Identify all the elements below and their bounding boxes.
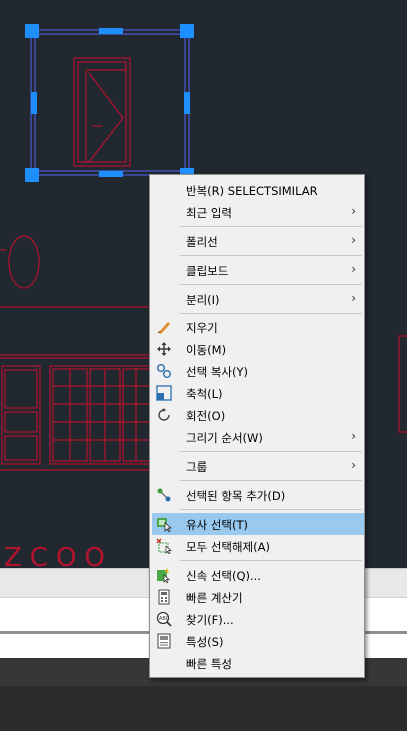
submenu-arrow-icon: ›: [351, 262, 356, 276]
menu-item-label: 특성(S): [186, 635, 224, 649]
submenu-arrow-icon: ›: [351, 429, 356, 443]
menu-item-label: 지우기: [186, 321, 218, 335]
menu-item-label: 분리(I): [186, 293, 220, 307]
menu-separator: [180, 226, 362, 227]
menu-item-label: 신속 선택(Q)...: [186, 569, 261, 583]
drawing-text: ZCOO: [4, 543, 113, 568]
svg-text:ABC: ABC: [159, 616, 170, 622]
status-bar-inner: [0, 686, 407, 731]
submenu-arrow-icon: ›: [351, 458, 356, 472]
menu-separator: [180, 560, 362, 561]
menu-separator: [180, 313, 362, 314]
menu-item-label: 반복(R) SELECTSIMILAR: [186, 184, 318, 198]
menu-item-label: 이동(M): [186, 343, 227, 357]
menu-item-move[interactable]: 이동(M): [152, 338, 364, 360]
menu-item-find[interactable]: ABC 찾기(F)...: [152, 608, 364, 630]
menu-item-recent-input[interactable]: 최근 입력 ›: [152, 201, 364, 223]
menu-separator: [180, 451, 362, 452]
menu-separator: [180, 255, 362, 256]
menu-item-label: 모두 선택해제(A): [186, 540, 270, 554]
menu-item-draw-order[interactable]: 그리기 순서(W) ›: [152, 426, 364, 448]
calculator-icon: [156, 589, 172, 605]
menu-item-clipboard[interactable]: 클립보드 ›: [152, 259, 364, 281]
menu-item-repeat[interactable]: 반복(R) SELECTSIMILAR: [152, 179, 364, 201]
submenu-arrow-icon: ›: [351, 204, 356, 218]
menu-item-label: 클립보드: [186, 264, 229, 278]
menu-item-label: 빠른 계산기: [186, 591, 243, 605]
menu-item-label: 찾기(F)...: [186, 613, 234, 627]
menu-item-label: 그룹: [186, 460, 208, 474]
add-selected-icon: [156, 487, 172, 503]
menu-item-label: 회전(O): [186, 409, 226, 423]
menu-item-add-selected[interactable]: 선택된 항목 추가(D): [152, 484, 364, 506]
menu-item-quickcalc[interactable]: 빠른 계산기: [152, 586, 364, 608]
menu-item-label: 선택된 항목 추가(D): [186, 489, 286, 503]
menu-separator: [180, 284, 362, 285]
menu-item-label: 그리기 순서(W): [186, 431, 263, 445]
menu-item-label: 축척(L): [186, 387, 223, 401]
menu-item-properties[interactable]: 특성(S): [152, 630, 364, 652]
submenu-arrow-icon: ›: [351, 233, 356, 247]
menu-item-label: 선택 복사(Y): [186, 365, 248, 379]
menu-item-label: 최근 입력: [186, 206, 232, 220]
menu-item-deselect-all[interactable]: 모두 선택해제(A): [152, 535, 364, 557]
eraser-icon: [156, 319, 172, 335]
selection-grips: [25, 24, 194, 182]
menu-item-polyline[interactable]: 폴리선 ›: [152, 230, 364, 252]
rotate-icon: [156, 407, 172, 423]
context-menu: 반복(R) SELECTSIMILAR 최근 입력 › 폴리선 › 클립보드 ›…: [149, 174, 365, 678]
menu-item-copy[interactable]: 선택 복사(Y): [152, 360, 364, 382]
select-similar-icon: [156, 516, 173, 533]
menu-item-rotate[interactable]: 회전(O): [152, 404, 364, 426]
menu-item-group[interactable]: 그룹 ›: [152, 455, 364, 477]
menu-item-select-similar[interactable]: 유사 선택(T): [152, 513, 364, 535]
scale-icon: [156, 385, 172, 401]
deselect-icon: [156, 538, 172, 555]
properties-icon: [156, 633, 172, 649]
menu-item-quick-select[interactable]: 신속 선택(Q)...: [152, 564, 364, 586]
menu-item-erase[interactable]: 지우기: [152, 316, 364, 338]
find-icon: ABC: [156, 611, 172, 627]
menu-item-label: 유사 선택(T): [186, 518, 248, 532]
menu-item-scale[interactable]: 축척(L): [152, 382, 364, 404]
move-icon: [156, 341, 172, 357]
menu-item-isolate[interactable]: 분리(I) ›: [152, 288, 364, 310]
menu-separator: [180, 480, 362, 481]
quick-select-icon: [156, 567, 172, 584]
menu-item-quick-properties[interactable]: 빠른 특성: [152, 652, 364, 674]
menu-separator: [180, 509, 362, 510]
menu-item-label: 빠른 특성: [186, 657, 232, 671]
submenu-arrow-icon: ›: [351, 291, 356, 305]
copy-icon: [156, 363, 172, 379]
menu-item-label: 폴리선: [186, 235, 218, 249]
